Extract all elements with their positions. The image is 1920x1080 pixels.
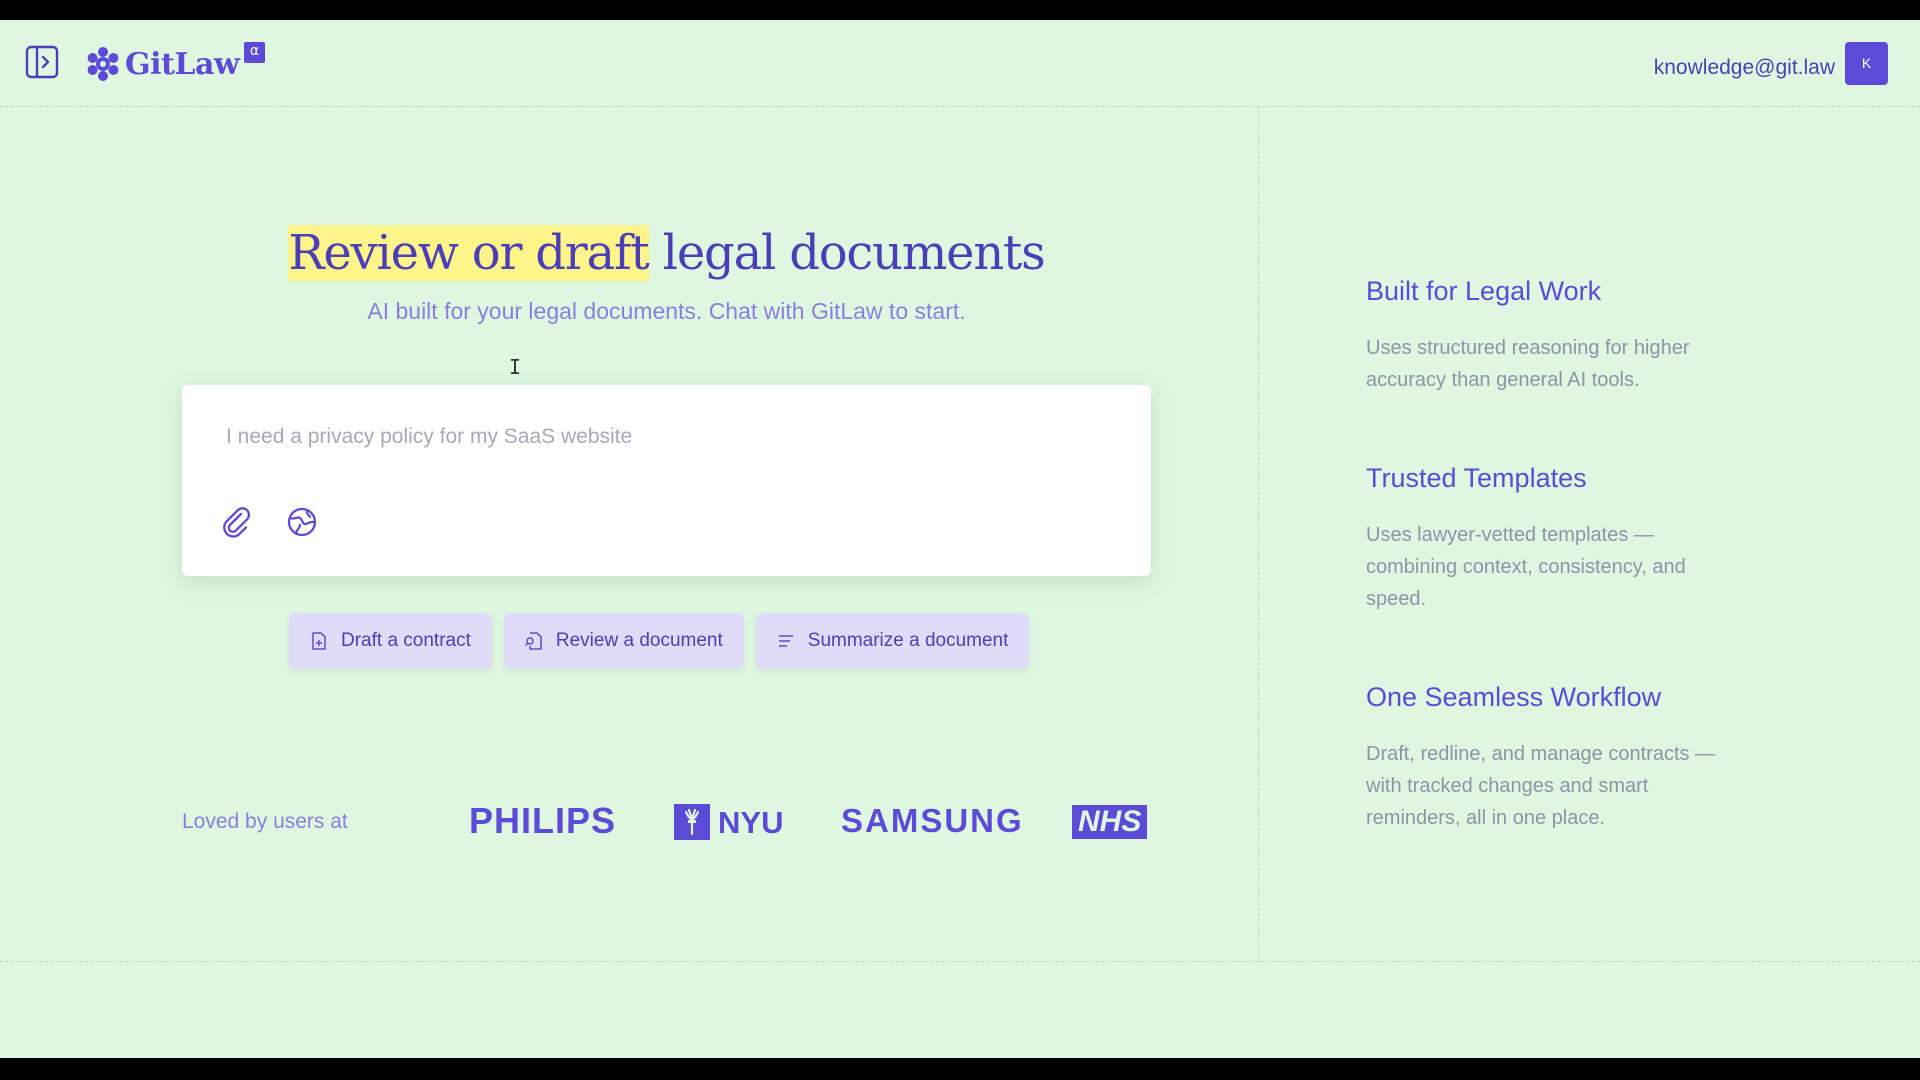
title-rest: legal documents — [648, 225, 1046, 281]
draft-contract-button[interactable]: Draft a contract — [289, 613, 492, 669]
file-search-icon — [524, 632, 542, 650]
alpha-badge: α — [244, 42, 265, 63]
lines-icon — [778, 635, 793, 647]
nyu-torch-icon — [674, 804, 710, 840]
suggestion-chips: Draft a contract Review a document Summa… — [289, 613, 1030, 669]
file-plus-icon — [312, 632, 326, 650]
feature-title-legal-work: Built for Legal Work — [1366, 276, 1602, 306]
brand-logo[interactable]: GitLaw — [85, 42, 240, 86]
feature-desc-legal-work: Uses structured reasoning for higher acc… — [1366, 337, 1690, 391]
chat-composer — [182, 385, 1151, 576]
user-avatar[interactable]: K — [1845, 42, 1888, 85]
footer-divider — [0, 961, 1920, 962]
review-document-button[interactable]: Review a document — [503, 613, 744, 669]
loved-by-label: Loved by users at — [182, 810, 348, 833]
globe-icon[interactable] — [285, 505, 319, 539]
chip-label: Review a document — [555, 630, 723, 651]
philips-logo: PHILIPS — [469, 800, 617, 841]
brand-name: GitLaw — [125, 46, 240, 82]
summarize-document-button[interactable]: Summarize a document — [755, 613, 1030, 669]
page-title: Review or draft legal documents — [0, 225, 1333, 281]
nhs-logo: NHS — [1072, 805, 1148, 839]
gitlaw-logo-icon — [87, 47, 119, 81]
feature-desc-workflow: Draft, redline, and manage contracts — w… — [1366, 743, 1716, 829]
chip-label: Draft a contract — [341, 630, 471, 651]
samsung-logo: SAMSUNG — [841, 802, 1024, 839]
title-highlight: Review or draft — [288, 225, 650, 281]
feature-title-templates: Trusted Templates — [1366, 463, 1587, 493]
chat-input[interactable] — [224, 421, 1108, 453]
chip-label: Summarize a document — [807, 630, 1009, 651]
paperclip-icon[interactable] — [219, 505, 253, 539]
sidebar-toggle-icon[interactable] — [25, 45, 59, 79]
top-bar: GitLaw α knowledge@git.law K — [0, 20, 1920, 107]
app-frame: GitLaw α knowledge@git.law K Review or d… — [0, 20, 1920, 1058]
feature-desc-templates: Uses lawyer-vetted templates — combining… — [1366, 524, 1686, 610]
page-subtitle: AI built for your legal documents. Chat … — [367, 298, 966, 324]
user-email: knowledge@git.law — [1653, 56, 1835, 79]
feature-title-workflow: One Seamless Workflow — [1366, 682, 1662, 712]
nyu-logo: NYU — [718, 805, 784, 840]
text-cursor-icon: I — [509, 355, 522, 379]
